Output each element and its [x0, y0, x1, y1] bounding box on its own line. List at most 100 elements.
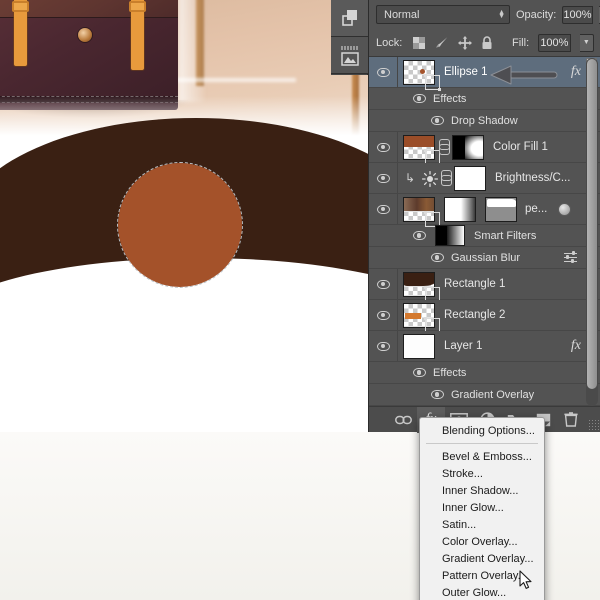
fill-input[interactable]: 100%: [538, 33, 571, 52]
eye-icon[interactable]: [431, 116, 444, 125]
thumbnail-image: [403, 333, 435, 359]
layers-tab-icon[interactable]: [331, 0, 368, 37]
layer-mask-thumbnail[interactable]: [454, 165, 486, 191]
layer-visibility-toggle[interactable]: [369, 163, 398, 193]
layer-row-ellipse-1[interactable]: Ellipse 1 fx: [369, 57, 600, 91]
brightness-icon: [421, 170, 439, 187]
blend-mode-select[interactable]: Normal ▲ ▼: [376, 5, 510, 24]
thumbnail-photo: [404, 197, 434, 211]
layer-effect-gradient-overlay[interactable]: Gradient Overlay: [369, 384, 600, 406]
layer-row-color-fill-1[interactable]: Color Fill 1: [369, 132, 600, 166]
eye-icon: [376, 279, 390, 289]
layer-thumbnail[interactable]: [398, 333, 435, 359]
backpack-buckle: [12, 1, 29, 12]
layer-mask-thumbnail[interactable]: [452, 134, 484, 160]
effects-label: Effects: [433, 366, 467, 379]
thumbnail-shape: [405, 312, 421, 319]
link-layers-icon[interactable]: [389, 407, 417, 433]
menu-item-label: Inner Shadow...: [442, 484, 519, 497]
filter-mask-thumbnail[interactable]: [485, 196, 517, 222]
vector-mask-badge: [424, 73, 441, 91]
layer-thumbnail[interactable]: [398, 196, 441, 228]
layer-list[interactable]: Ellipse 1 fx Effects Drop Shadow Color F…: [369, 57, 600, 407]
backpack-rivet: [78, 28, 92, 42]
menu-item-blending-options[interactable]: Blending Options...: [420, 422, 544, 439]
layer-row-rectangle-2[interactable]: Rectangle 2: [369, 300, 600, 334]
layer-thumbnail[interactable]: [398, 302, 441, 334]
layer-mask-thumbnail[interactable]: [444, 196, 476, 222]
adjustments-tab-icon[interactable]: [331, 37, 368, 74]
layer-visibility-toggle[interactable]: [369, 331, 398, 361]
eye-icon: [376, 310, 390, 320]
move-lock-icon[interactable]: [457, 35, 472, 50]
menu-item-label: Color Overlay...: [442, 535, 518, 548]
menu-item-satin[interactable]: Satin...: [420, 516, 544, 533]
eye-icon: [376, 204, 390, 214]
layer-thumbnail[interactable]: [398, 59, 441, 91]
opacity-label: Opacity:: [516, 8, 557, 21]
eye-icon[interactable]: [413, 231, 426, 240]
door-frame: [196, 0, 204, 86]
smart-filter-gaussian-blur[interactable]: Gaussian Blur: [369, 247, 600, 269]
scrollbar-thumb[interactable]: [587, 59, 597, 389]
layer-visibility-toggle[interactable]: [369, 269, 398, 299]
chevron-updown-icon: ▲ ▼: [498, 8, 505, 20]
menu-item-inner-glow[interactable]: Inner Glow...: [420, 499, 544, 516]
layer-effects-group-ellipse-1[interactable]: Effects: [369, 88, 600, 110]
menu-item-label: Satin...: [442, 518, 477, 531]
layer-effect-drop-shadow[interactable]: Drop Shadow: [369, 110, 600, 132]
menu-item-stroke[interactable]: Stroke...: [420, 465, 544, 482]
opacity-input[interactable]: 100%: [562, 5, 593, 24]
fill-dropdown-icon[interactable]: ▼: [579, 33, 595, 52]
layer-visibility-toggle[interactable]: [369, 300, 398, 330]
menu-item-bevel-emboss[interactable]: Bevel & Emboss...: [420, 448, 544, 465]
layer-fx-badge[interactable]: fx: [571, 64, 581, 80]
eye-icon[interactable]: [431, 390, 444, 399]
layer-visibility-toggle[interactable]: [369, 194, 398, 224]
layer-row-brightness-contrast[interactable]: ↳ Brightness/C...: [369, 163, 600, 194]
layer-row-rectangle-1[interactable]: Rectangle 1: [369, 269, 600, 303]
collapsed-panel-tabs: [331, 0, 368, 75]
layer-fx-badge[interactable]: fx: [571, 338, 581, 354]
eye-icon[interactable]: [431, 253, 444, 262]
layers-panel-scrollbar[interactable]: [586, 58, 598, 406]
eye-icon[interactable]: [413, 94, 426, 103]
thumbnail-fill: [404, 135, 434, 147]
menu-item-gradient-overlay[interactable]: Gradient Overlay...: [420, 550, 544, 567]
workspace-background: [0, 432, 370, 600]
brush-lock-icon[interactable]: [435, 36, 449, 50]
ellipse-selection-outline: [117, 162, 243, 288]
transparency-lock-icon[interactable]: [412, 36, 425, 50]
eye-icon: [376, 142, 390, 152]
layer-name: pe...: [525, 203, 548, 215]
filter-mask-gradient: [447, 226, 464, 245]
layer-row-smart-object[interactable]: pe...: [369, 194, 600, 228]
layer-effects-group-layer-1[interactable]: Effects: [369, 362, 600, 384]
layer-thumbnail[interactable]: [398, 134, 441, 166]
filter-settings-icon[interactable]: [564, 251, 577, 264]
mask-link-icon[interactable]: [439, 139, 450, 155]
menu-divider: [426, 443, 538, 444]
effects-label: Effects: [433, 92, 467, 105]
eye-icon[interactable]: [413, 368, 426, 377]
delete-layer-icon[interactable]: [557, 407, 585, 433]
mask-link-icon[interactable]: [441, 170, 452, 186]
document-canvas[interactable]: [0, 0, 370, 432]
layer-name: Brightness/C...: [495, 172, 571, 184]
layer-thumbnail[interactable]: [398, 271, 441, 303]
menu-item-color-overlay[interactable]: Color Overlay...: [420, 533, 544, 550]
lock-all-icon[interactable]: [481, 35, 494, 50]
panel-resize-grip[interactable]: [588, 419, 599, 430]
smart-filters-label: Smart Filters: [474, 229, 537, 242]
layers-panel: Normal ▲▼ Opacity: 100% ▼ Lock:: [368, 0, 600, 433]
layer-visibility-toggle[interactable]: [369, 57, 398, 87]
smart-filter-mask-thumbnail[interactable]: [435, 225, 465, 246]
layer-row-layer-1[interactable]: Layer 1 fx: [369, 331, 600, 362]
lock-row: Lock: Fill: 100% ▼: [369, 29, 600, 57]
menu-item-inner-shadow[interactable]: Inner Shadow...: [420, 482, 544, 499]
layer-visibility-toggle[interactable]: [369, 132, 398, 162]
menu-item-label: Blending Options...: [442, 424, 535, 437]
smart-filters-group[interactable]: Smart Filters: [369, 225, 600, 247]
filter-mask-shape: [487, 198, 516, 207]
mask-gradient: [461, 197, 475, 221]
